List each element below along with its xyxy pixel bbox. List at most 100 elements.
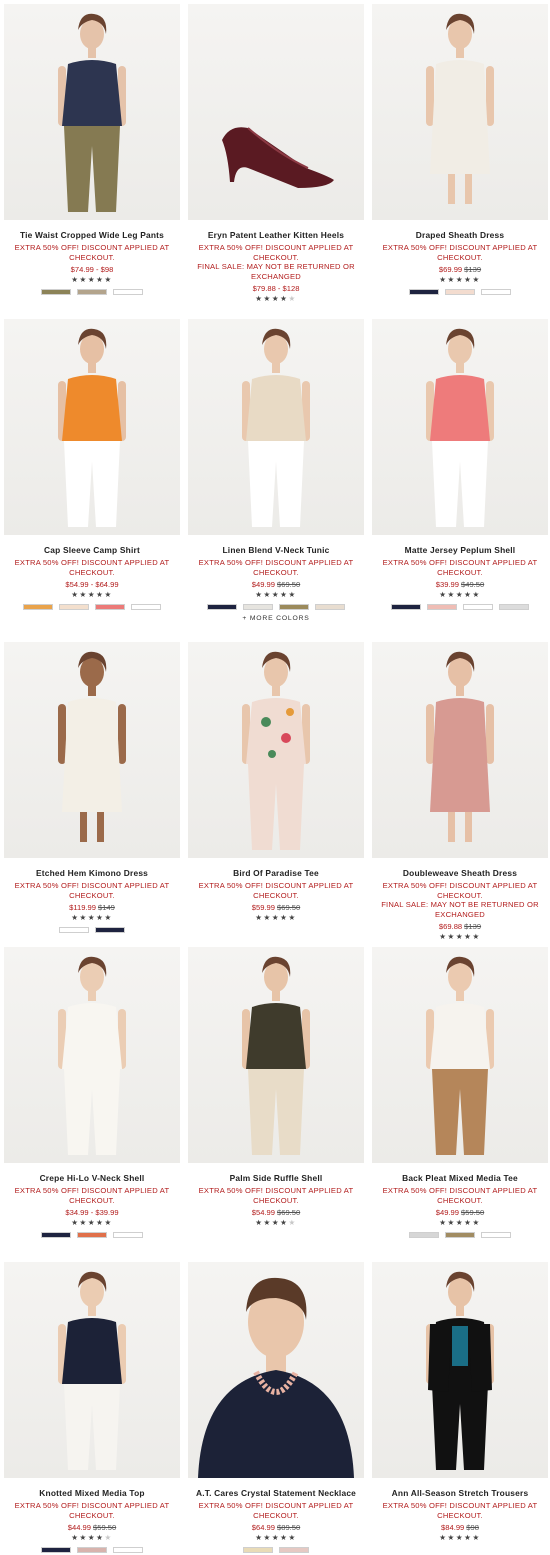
product-image[interactable]: [372, 642, 548, 858]
product-price: $59.99 $69.50: [188, 902, 364, 913]
color-swatch[interactable]: [113, 1547, 143, 1554]
product-image[interactable]: [4, 947, 180, 1163]
sale-price: $54.99 - $64.99: [65, 580, 119, 590]
product-info: A.T. Cares Crystal Statement Necklace EXT…: [188, 1488, 364, 1554]
color-swatch[interactable]: [131, 604, 161, 611]
color-swatch[interactable]: [113, 289, 143, 296]
promo-text: EXTRA 50% OFF! DISCOUNT APPLIED AT CHECK…: [382, 243, 538, 262]
product-price: $79.88 - $128: [188, 283, 364, 294]
star-rating: ★★★★★: [439, 932, 481, 942]
color-swatch[interactable]: [481, 1232, 511, 1239]
product-name[interactable]: Etched Hem Kimono Dress: [4, 868, 180, 879]
color-swatch[interactable]: [41, 1232, 71, 1239]
product-price: $49.99 $69.50: [188, 579, 364, 590]
product-name[interactable]: Ann All-Season Stretch Trousers: [372, 1488, 548, 1499]
product-image[interactable]: [188, 4, 364, 220]
product-name[interactable]: Matte Jersey Peplum Shell: [372, 545, 548, 556]
product-price: $69.88 $139: [372, 921, 548, 932]
color-swatch[interactable]: [279, 604, 309, 611]
product-image[interactable]: [372, 1262, 548, 1478]
color-swatch[interactable]: [77, 1547, 107, 1554]
product-info: Cap Sleeve Camp Shirt EXTRA 50% OFF! DISC…: [4, 545, 180, 611]
star-rating: ★★★★★: [439, 1218, 481, 1228]
color-swatches: [372, 1232, 548, 1239]
product-image[interactable]: [372, 4, 548, 220]
original-price: $89.50: [277, 1523, 301, 1533]
product-name[interactable]: Knotted Mixed Media Top: [4, 1488, 180, 1499]
product-name[interactable]: Draped Sheath Dress: [372, 230, 548, 241]
product-info: Matte Jersey Peplum Shell EXTRA 50% OFF! …: [372, 545, 548, 611]
color-swatch[interactable]: [243, 604, 273, 611]
color-swatch[interactable]: [59, 604, 89, 611]
color-swatch[interactable]: [207, 604, 237, 611]
star-rating: ★★★★★: [255, 294, 297, 304]
product-info: Eryn Patent Leather Kitten Heels EXTRA 50…: [188, 230, 364, 303]
product-image[interactable]: [188, 319, 364, 535]
product-image[interactable]: [188, 1262, 364, 1478]
color-swatch[interactable]: [23, 604, 53, 611]
color-swatch[interactable]: [499, 604, 529, 611]
product-name[interactable]: Linen Blend V-Neck Tunic: [188, 545, 364, 556]
star-rating: ★★★★★: [439, 590, 481, 600]
product-name[interactable]: Bird Of Paradise Tee: [188, 868, 364, 879]
color-swatch[interactable]: [41, 289, 71, 296]
color-swatches: [372, 289, 548, 296]
product-image[interactable]: [4, 4, 180, 220]
color-swatch[interactable]: [113, 1232, 143, 1239]
color-swatch[interactable]: [95, 927, 125, 934]
sale-price: $79.88 - $128: [252, 284, 300, 294]
color-swatch[interactable]: [427, 604, 457, 611]
color-swatch[interactable]: [409, 1232, 439, 1239]
color-swatch[interactable]: [481, 289, 511, 296]
product-price: $54.99 $69.50: [188, 1207, 364, 1218]
product-price: $69.99 $139: [372, 264, 548, 275]
color-swatch[interactable]: [409, 289, 439, 296]
color-swatch[interactable]: [59, 927, 89, 934]
product-price: $64.99 $89.50: [188, 1522, 364, 1533]
color-swatch[interactable]: [41, 1547, 71, 1554]
promo-text: EXTRA 50% OFF! DISCOUNT APPLIED AT CHECK…: [382, 558, 538, 577]
product-info: Doubleweave Sheath Dress EXTRA 50% OFF! D…: [372, 868, 548, 941]
sale-price: $59.99: [251, 903, 275, 913]
original-price: $149: [97, 903, 115, 913]
product-name[interactable]: A.T. Cares Crystal Statement Necklace: [188, 1488, 364, 1499]
color-swatch[interactable]: [279, 1547, 309, 1554]
color-swatches: [372, 604, 548, 611]
product-name[interactable]: Cap Sleeve Camp Shirt: [4, 545, 180, 556]
product-price: $44.99 $59.50: [4, 1522, 180, 1533]
more-colors-link[interactable]: + MORE COLORS: [188, 615, 364, 622]
product-name[interactable]: Tie Waist Cropped Wide Leg Pants: [4, 230, 180, 241]
color-swatch[interactable]: [315, 604, 345, 611]
color-swatch[interactable]: [463, 604, 493, 611]
color-swatch[interactable]: [77, 289, 107, 296]
color-swatch[interactable]: [95, 604, 125, 611]
color-swatch[interactable]: [445, 289, 475, 296]
star-rating: ★★★★★: [71, 913, 113, 923]
product-image[interactable]: [4, 642, 180, 858]
product-image[interactable]: [188, 947, 364, 1163]
product-name[interactable]: Crepe Hi-Lo V-Neck Shell: [4, 1173, 180, 1184]
product-image[interactable]: [4, 319, 180, 535]
promo-text: EXTRA 50% OFF! DISCOUNT APPLIED AT CHECK…: [14, 558, 170, 577]
product-image[interactable]: [372, 947, 548, 1163]
star-rating: ★★★★★: [439, 1533, 481, 1543]
sale-price: $39.99: [435, 580, 459, 590]
color-swatch[interactable]: [445, 1232, 475, 1239]
promo-text: EXTRA 50% OFF! DISCOUNT APPLIED AT CHECK…: [14, 243, 170, 262]
color-swatch[interactable]: [77, 1232, 107, 1239]
product-image[interactable]: [372, 319, 548, 535]
product-price: $119.99 $149: [4, 902, 180, 913]
product-name[interactable]: Palm Side Ruffle Shell: [188, 1173, 364, 1184]
product-info: Bird Of Paradise Tee EXTRA 50% OFF! DISCO…: [188, 868, 364, 922]
product-image[interactable]: [4, 1262, 180, 1478]
sale-price: $49.99: [435, 1208, 459, 1218]
original-price: $139: [464, 922, 482, 932]
product-name[interactable]: Eryn Patent Leather Kitten Heels: [188, 230, 364, 241]
product-name[interactable]: Doubleweave Sheath Dress: [372, 868, 548, 879]
product-name[interactable]: Back Pleat Mixed Media Tee: [372, 1173, 548, 1184]
star-rating: ★★★★★: [71, 1533, 113, 1543]
color-swatch[interactable]: [391, 604, 421, 611]
color-swatch[interactable]: [243, 1547, 273, 1554]
product-image[interactable]: [188, 642, 364, 858]
product-price: $84.99 $98: [372, 1522, 548, 1533]
